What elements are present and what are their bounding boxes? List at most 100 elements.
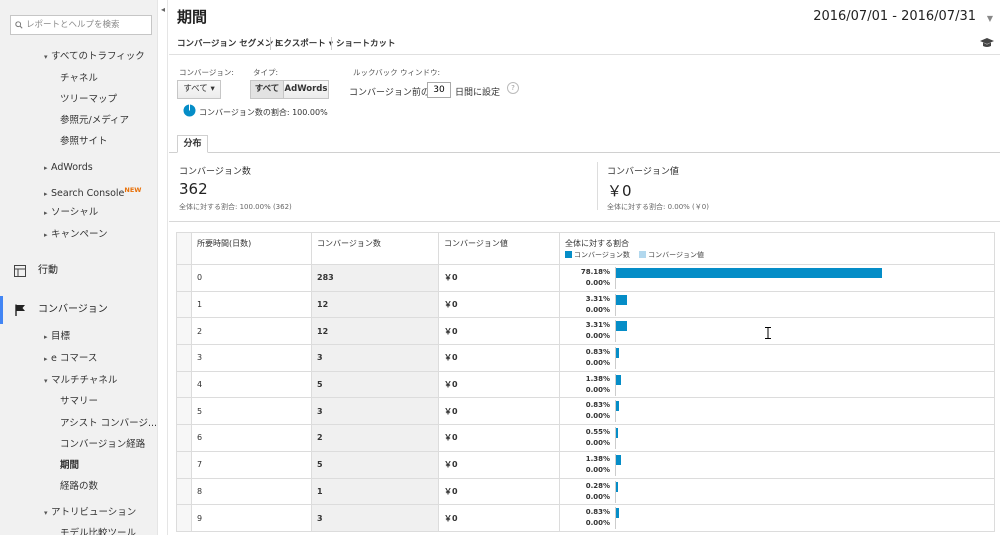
caret-down-icon: ▾: [44, 509, 48, 517]
share-bar: [616, 508, 619, 519]
table-row[interactable]: 3 3 ￥0 0.83% 0.00%: [176, 344, 995, 372]
header-conversions[interactable]: コンバージョン数: [311, 232, 439, 265]
sidebar-item-label: ソーシャル: [51, 207, 99, 218]
sidebar-item-label: コンバージョン経路: [60, 439, 146, 450]
legend-swatch: [565, 251, 572, 258]
lookback-label: ルックバック ウィンドウ:: [353, 68, 441, 77]
cell-share: 1.38% 0.00%: [559, 450, 995, 479]
table-row[interactable]: 4 5 ￥0 1.38% 0.00%: [176, 370, 995, 399]
sidebar-item[interactable]: ▸ キャンペーン: [0, 226, 157, 244]
collapse-sidebar-icon[interactable]: ◂: [158, 4, 168, 16]
header-checkbox-column: [176, 232, 192, 265]
cell-conversions: 3: [311, 397, 439, 426]
help-icon[interactable]: ?: [507, 82, 519, 94]
row-checkbox-cell: [176, 317, 192, 346]
date-range-picker[interactable]: 2016/07/01 - 2016/07/31: [813, 9, 976, 24]
table-row[interactable]: 0 283 ￥0 78.18% 0.00%: [176, 264, 995, 292]
row-checkbox-cell: [176, 477, 192, 506]
cell-share: 0.28% 0.00%: [559, 477, 995, 506]
table-row[interactable]: 9 3 ￥0 0.83% 0.00%: [176, 504, 995, 532]
sidebar-item[interactable]: チャネル: [0, 70, 157, 88]
toolbar: コンバージョン セグメント エクスポート ▾ ショートカット: [169, 33, 1000, 55]
cell-value: ￥0: [438, 264, 560, 292]
type-label: タイプ:: [253, 68, 279, 77]
cell-value: ￥0: [438, 504, 560, 532]
sidebar-section-behavior[interactable]: 行動: [0, 257, 157, 285]
share-bar: [616, 321, 628, 332]
sidebar-item[interactable]: モデル比較ツール: [0, 525, 157, 535]
table-row[interactable]: 7 5 ￥0 1.38% 0.00%: [176, 450, 995, 479]
cell-duration: 3: [191, 344, 312, 372]
sidebar-item[interactable]: ▾ アトリビューション: [0, 504, 157, 522]
cell-share: 78.18% 0.00%: [559, 264, 995, 292]
graduation-cap-icon[interactable]: [980, 37, 994, 49]
metric-label: コンバージョン数: [179, 167, 251, 177]
export-button[interactable]: エクスポート ▾: [275, 37, 333, 49]
table-row[interactable]: 1 12 ￥0 3.31% 0.00%: [176, 290, 995, 319]
sidebar-item[interactable]: ▸ ソーシャル: [0, 204, 157, 222]
share-bar: [616, 454, 621, 465]
sidebar-item[interactable]: ツリーマップ: [0, 91, 157, 109]
header-value[interactable]: コンバージョン値: [438, 232, 560, 265]
conversion-segment-button[interactable]: コンバージョン セグメント: [177, 37, 282, 49]
search-input[interactable]: [26, 18, 148, 32]
header-duration[interactable]: 所要時間(日数): [191, 232, 312, 265]
sidebar-item[interactable]: コンバージョン経路: [0, 436, 157, 454]
cell-conversions: 2: [311, 424, 439, 452]
sidebar-item-label: ツリーマップ: [60, 94, 118, 105]
table-row[interactable]: 6 2 ￥0 0.55% 0.00%: [176, 424, 995, 452]
cell-value: ￥0: [438, 344, 560, 372]
sidebar-item[interactable]: ▸ Search ConsoleNEW: [0, 181, 157, 199]
conversion-select[interactable]: すべて ▾: [177, 80, 221, 99]
sidebar-section-label: コンバージョン: [38, 304, 108, 315]
header-share[interactable]: 全体に対する割合 コンバージョン数 コンバージョン値: [559, 232, 995, 265]
sidebar-item[interactable]: 期間: [0, 457, 157, 475]
tab-distribution[interactable]: 分布: [177, 135, 208, 153]
search-box[interactable]: [10, 15, 152, 35]
legend-swatch: [639, 251, 647, 258]
sidebar-item[interactable]: 経路の数: [0, 478, 157, 496]
pct-conversions: 78.18%: [580, 268, 610, 276]
sidebar-item[interactable]: サマリー: [0, 393, 157, 411]
sidebar-item-label: 参照サイト: [60, 136, 108, 147]
cell-conversions: 12: [311, 317, 439, 346]
sidebar-section-conversion[interactable]: コンバージョン: [0, 296, 157, 324]
cell-share: 0.83% 0.00%: [559, 504, 995, 532]
cell-duration: 1: [191, 290, 312, 319]
sidebar-item[interactable]: ▸ 目標: [0, 328, 157, 346]
cell-duration: 2: [191, 317, 312, 346]
lookback-days-input[interactable]: [427, 82, 451, 98]
chevron-down-icon[interactable]: ▼: [987, 14, 993, 23]
sidebar-item[interactable]: 参照元/メディア: [0, 112, 157, 130]
pie-chart-icon: [183, 104, 196, 117]
pct-value: 0.00%: [585, 359, 610, 368]
cell-conversions: 283: [311, 264, 439, 292]
pct-value: 0.00%: [585, 305, 610, 314]
metric-value: ￥0: [607, 182, 632, 200]
sidebar-item-label: サマリー: [60, 396, 99, 407]
sidebar-item[interactable]: ▸ AdWords: [0, 159, 157, 177]
metric-conversion-value[interactable]: コンバージョン値 ￥0 全体に対する割合: 0.00% (￥0): [597, 160, 1000, 216]
share-bar: [616, 428, 618, 439]
sidebar-item[interactable]: ▾ すべてのトラフィック: [0, 48, 157, 66]
table-row[interactable]: 2 12 ￥0 3.31% 0.00%: [176, 317, 995, 346]
row-checkbox-cell: [176, 344, 192, 372]
sidebar-item[interactable]: ▾ マルチチャネル: [0, 372, 157, 390]
row-checkbox-cell: [176, 424, 192, 452]
caret-right-icon: ▸: [44, 355, 48, 363]
shortcut-button[interactable]: ショートカット: [336, 37, 396, 49]
sidebar-item[interactable]: アシスト コンバージ...: [0, 415, 157, 433]
sidebar-item[interactable]: ▸ e コマース: [0, 350, 157, 368]
table-row[interactable]: 8 1 ￥0 0.28% 0.00%: [176, 477, 995, 506]
pct-conversions: 3.31%: [585, 321, 610, 330]
metric-conversions[interactable]: コンバージョン数 362 全体に対する割合: 100.00% (362): [169, 160, 589, 216]
cell-value: ￥0: [438, 477, 560, 506]
type-adwords-button[interactable]: AdWords: [283, 80, 329, 99]
flag-icon: [15, 304, 25, 316]
table-row[interactable]: 5 3 ￥0 0.83% 0.00%: [176, 397, 995, 426]
sidebar-item[interactable]: 参照サイト: [0, 133, 157, 151]
conversion-label: コンバージョン:: [179, 68, 234, 77]
sidebar-item-label: 期間: [60, 460, 80, 471]
share-bar: [616, 294, 628, 305]
type-all-button[interactable]: すべて: [250, 80, 284, 99]
